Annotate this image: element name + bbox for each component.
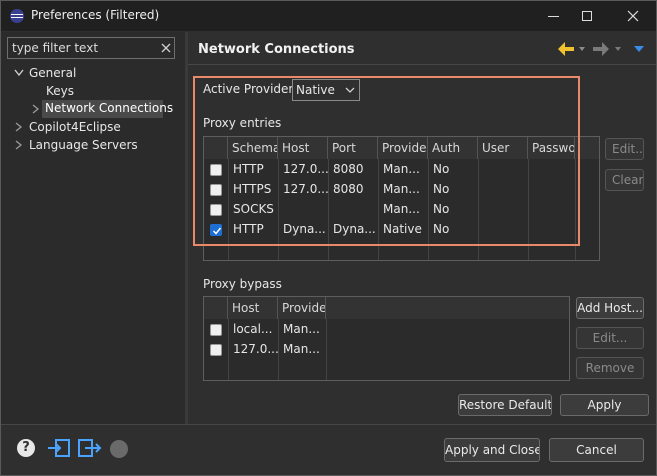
checkbox-column-header bbox=[204, 297, 228, 319]
edit-bypass-button[interactable]: Edit... bbox=[576, 327, 644, 349]
chevron-right-icon[interactable] bbox=[15, 140, 23, 150]
column-header-provider[interactable]: Provide bbox=[278, 297, 326, 319]
column-divider bbox=[228, 319, 229, 380]
highlight-box bbox=[193, 76, 580, 246]
window-title: Preferences (Filtered) bbox=[31, 8, 160, 22]
apply-button[interactable]: Apply bbox=[560, 394, 649, 416]
close-icon bbox=[627, 10, 639, 22]
help-icon[interactable]: ? bbox=[17, 439, 35, 457]
export-icon[interactable] bbox=[77, 438, 103, 458]
tree-item-keys[interactable]: Keys bbox=[46, 84, 74, 98]
maximize-button[interactable] bbox=[565, 1, 611, 31]
oomph-icon[interactable] bbox=[110, 440, 128, 458]
cell-host: 127.0... bbox=[233, 342, 279, 356]
chevron-down-icon[interactable] bbox=[614, 46, 622, 52]
minimize-icon bbox=[548, 16, 559, 17]
proxy-bypass-label: Proxy bypass bbox=[203, 277, 282, 291]
chevron-down-icon[interactable] bbox=[14, 69, 24, 77]
maximize-icon bbox=[582, 11, 592, 21]
cell-host: local... bbox=[233, 322, 273, 336]
edit-entry-button[interactable]: Edit... bbox=[605, 138, 644, 160]
page-title: Network Connections bbox=[198, 42, 355, 57]
import-icon[interactable] bbox=[47, 438, 71, 458]
view-menu-icon[interactable] bbox=[633, 45, 645, 53]
cell-provider: Man... bbox=[283, 322, 320, 336]
restore-defaults-button[interactable]: Restore Defaults bbox=[458, 394, 552, 416]
header-separator bbox=[188, 64, 656, 65]
add-host-button[interactable]: Add Host... bbox=[576, 297, 644, 319]
chevron-right-icon[interactable] bbox=[32, 104, 40, 114]
row-checkbox[interactable] bbox=[210, 324, 222, 336]
filter-input[interactable]: type filter text bbox=[7, 37, 175, 59]
tree-item-general[interactable]: General bbox=[29, 66, 76, 80]
column-header-host[interactable]: Host bbox=[228, 297, 278, 319]
chevron-right-icon[interactable] bbox=[15, 122, 23, 132]
remove-button[interactable]: Remove bbox=[576, 357, 644, 379]
column-divider bbox=[326, 319, 327, 380]
tree-item-language-servers[interactable]: Language Servers bbox=[29, 138, 138, 152]
row-checkbox[interactable] bbox=[210, 344, 222, 356]
tree-item-network-connections[interactable]: Network Connections bbox=[42, 100, 173, 118]
back-arrow-icon[interactable] bbox=[557, 41, 575, 57]
close-button[interactable] bbox=[610, 1, 656, 31]
sash-divider[interactable] bbox=[185, 32, 188, 424]
apply-and-close-button[interactable]: Apply and Close bbox=[444, 438, 540, 462]
filter-input-text: type filter text bbox=[12, 41, 99, 55]
tree-item-copilot4eclipse[interactable]: Copilot4Eclipse bbox=[29, 120, 121, 134]
cancel-button[interactable]: Cancel bbox=[549, 438, 644, 462]
cell-provider: Man... bbox=[283, 342, 320, 356]
eclipse-logo-icon bbox=[10, 9, 24, 23]
sidebar bbox=[1, 32, 185, 424]
clear-button[interactable]: Clear bbox=[605, 169, 644, 191]
footer-separator bbox=[1, 424, 656, 425]
tree-item-label: Network Connections bbox=[45, 101, 174, 115]
forward-arrow-icon[interactable] bbox=[592, 41, 610, 57]
chevron-down-icon[interactable] bbox=[578, 46, 586, 52]
clear-filter-icon[interactable] bbox=[161, 43, 171, 53]
